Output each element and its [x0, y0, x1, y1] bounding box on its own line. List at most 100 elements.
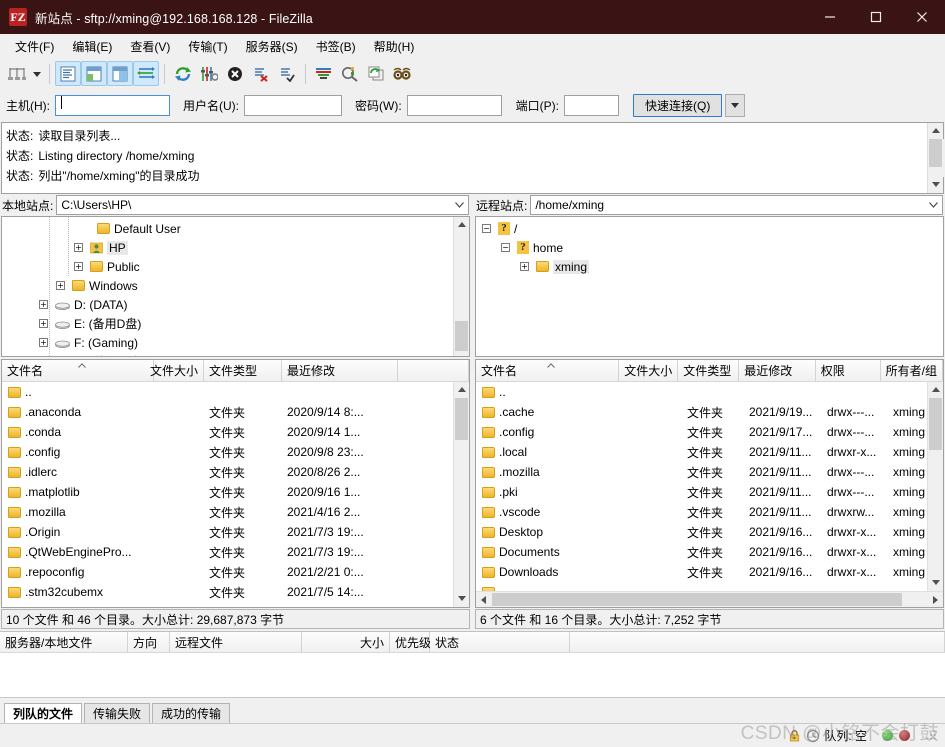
remote-list-hscrollbar[interactable] — [476, 591, 943, 607]
toggle-remote-tree-icon[interactable] — [107, 61, 133, 86]
column-header-filetype[interactable]: 文件类型 — [204, 360, 282, 381]
column-header-modified[interactable]: 最近修改 — [282, 360, 398, 381]
table-row[interactable] — [476, 582, 927, 591]
table-row[interactable]: .mozilla 文件夹 2021/9/11... drwx---... xmi… — [476, 462, 927, 482]
username-input[interactable] — [244, 95, 342, 116]
quick-connect-history-dropdown[interactable] — [725, 94, 745, 117]
scroll-down-icon[interactable] — [928, 575, 944, 591]
table-row[interactable]: .stm32cubemx 文件夹 2021/7/5 14:... — [2, 582, 453, 602]
scroll-up-icon[interactable] — [454, 382, 470, 398]
tree-item-windows[interactable]: + Windows — [2, 276, 453, 295]
column-header-filesize[interactable]: 文件大小 — [619, 360, 678, 381]
tree-item-home[interactable]: − ? home — [476, 238, 943, 257]
table-row[interactable]: .idlerc 文件夹 2020/8/26 2... — [2, 462, 453, 482]
synchronized-browsing-icon[interactable] — [363, 61, 389, 86]
message-log-scrollbar[interactable] — [927, 123, 943, 193]
tree-item-xming[interactable]: + xming — [476, 257, 943, 276]
refresh-icon[interactable] — [170, 61, 196, 86]
tree-item-hp[interactable]: + HP — [2, 238, 453, 257]
table-row[interactable]: .Origin 文件夹 2021/7/3 19:... — [2, 522, 453, 542]
minimize-button[interactable] — [807, 0, 853, 34]
scroll-up-icon[interactable] — [454, 217, 470, 233]
column-header-filler[interactable] — [398, 360, 469, 381]
scroll-down-icon[interactable] — [454, 591, 470, 607]
table-row[interactable]: Documents 文件夹 2021/9/16... drwxr-x... xm… — [476, 542, 927, 562]
tree-item-public[interactable]: + Public — [2, 257, 453, 276]
column-header-direction[interactable]: 方向 — [128, 632, 170, 652]
tree-expander-icon[interactable]: + — [39, 338, 48, 347]
table-row[interactable]: .anaconda 文件夹 2020/9/14 8:... — [2, 402, 453, 422]
local-directory-tree[interactable]: Default User + HP — [1, 216, 470, 357]
table-row[interactable]: .conda 文件夹 2020/9/14 1... — [2, 422, 453, 442]
table-row[interactable]: .matplotlib 文件夹 2020/9/16 1... — [2, 482, 453, 502]
menu-item-server[interactable]: 服务器(S) — [237, 35, 307, 58]
toggle-local-tree-icon[interactable] — [81, 61, 107, 86]
menu-item-edit[interactable]: 编辑(E) — [63, 35, 121, 58]
column-header-filename[interactable]: 文件名 — [476, 360, 619, 381]
tree-item-drive-e[interactable]: + E: (备用D盘) — [2, 314, 453, 333]
status-bar-queue-segment[interactable]: 队列: 空 — [782, 724, 873, 747]
queue-body[interactable] — [0, 653, 945, 697]
table-row[interactable]: Desktop 文件夹 2021/9/16... drwxr-x... xmin… — [476, 522, 927, 542]
scroll-right-icon[interactable] — [927, 592, 943, 608]
scroll-up-icon[interactable] — [928, 382, 944, 398]
local-path-combo[interactable]: C:\Users\HP\ — [56, 195, 469, 215]
table-row[interactable]: .. — [2, 382, 453, 402]
table-row[interactable]: .QtWebEnginePro... 文件夹 2021/7/3 19:... — [2, 542, 453, 562]
table-row[interactable]: .. — [476, 382, 927, 402]
scrollbar-track[interactable] — [928, 139, 944, 177]
column-header-server-local-file[interactable]: 服务器/本地文件 — [0, 632, 128, 652]
tree-item-default-user[interactable]: Default User — [2, 219, 453, 238]
scrollbar-track[interactable] — [454, 233, 470, 340]
column-header-modified[interactable]: 最近修改 — [739, 360, 816, 381]
table-row[interactable]: .local 文件夹 2021/9/11... drwxr-x... xming… — [476, 442, 927, 462]
table-row[interactable]: .config 文件夹 2021/9/17... drwx---... xmin… — [476, 422, 927, 442]
table-row[interactable]: .config 文件夹 2020/9/8 23:... — [2, 442, 453, 462]
tree-expander-icon[interactable]: + — [56, 281, 65, 290]
site-manager-dropdown-icon[interactable] — [30, 61, 44, 86]
tab-failed-transfers[interactable]: 传输失败 — [84, 703, 150, 723]
column-header-filesize[interactable]: 文件大小 — [154, 360, 204, 381]
reconnect-icon[interactable] — [274, 61, 300, 86]
scrollbar-thumb[interactable] — [929, 139, 942, 167]
scrollbar-thumb[interactable] — [455, 398, 468, 440]
tab-queued-files[interactable]: 列队的文件 — [4, 703, 82, 723]
column-header-filename[interactable]: 文件名 — [2, 360, 154, 381]
toggle-transfer-queue-icon[interactable] — [133, 61, 159, 86]
tree-expander-icon[interactable]: + — [74, 262, 83, 271]
find-files-icon[interactable] — [389, 61, 415, 86]
table-row[interactable]: .cache 文件夹 2021/9/19... drwx---... xming… — [476, 402, 927, 422]
scroll-up-icon[interactable] — [928, 123, 944, 139]
remote-directory-tree[interactable]: − ? / − ? home + xmi — [475, 216, 944, 357]
tree-item-drive-f[interactable]: + F: (Gaming) — [2, 333, 453, 352]
tree-collapse-icon[interactable]: − — [482, 224, 491, 233]
resize-grip[interactable] — [919, 724, 945, 747]
filter-icon[interactable] — [311, 61, 337, 86]
menu-item-file[interactable]: 文件(F) — [6, 35, 63, 58]
tree-item-root[interactable]: − ? / — [476, 219, 943, 238]
remote-path-combo[interactable]: /home/xming — [530, 195, 943, 215]
menu-item-transfer[interactable]: 传输(T) — [179, 35, 236, 58]
column-header-owner-group[interactable]: 所有者/组 — [881, 360, 943, 381]
local-tree-scrollbar[interactable] — [453, 217, 469, 356]
site-manager-icon[interactable] — [4, 61, 30, 86]
scroll-down-icon[interactable] — [928, 177, 944, 193]
toggle-message-log-icon[interactable] — [55, 61, 81, 86]
tree-collapse-icon[interactable]: − — [501, 243, 510, 252]
table-row[interactable]: .repoconfig 文件夹 2021/2/21 0:... — [2, 562, 453, 582]
host-input[interactable] — [55, 95, 170, 116]
column-header-priority[interactable]: 优先级 — [390, 632, 430, 652]
directory-compare-icon[interactable] — [337, 61, 363, 86]
column-header-size[interactable]: 大小 — [302, 632, 390, 652]
column-header-filetype[interactable]: 文件类型 — [678, 360, 739, 381]
tree-item-drive-g[interactable]: + G: (软件与文件) — [2, 352, 453, 356]
scrollbar-track[interactable] — [454, 398, 470, 591]
table-row[interactable]: .pki 文件夹 2021/9/11... drwx---... xming x… — [476, 482, 927, 502]
tab-successful-transfers[interactable]: 成功的传输 — [152, 703, 230, 723]
column-header-queue-filler[interactable] — [570, 632, 945, 652]
scroll-left-icon[interactable] — [476, 592, 492, 608]
tree-expander-icon[interactable]: + — [520, 262, 529, 271]
menu-item-bookmarks[interactable]: 书签(B) — [307, 35, 365, 58]
disconnect-icon[interactable] — [248, 61, 274, 86]
scrollbar-thumb[interactable] — [929, 398, 942, 450]
